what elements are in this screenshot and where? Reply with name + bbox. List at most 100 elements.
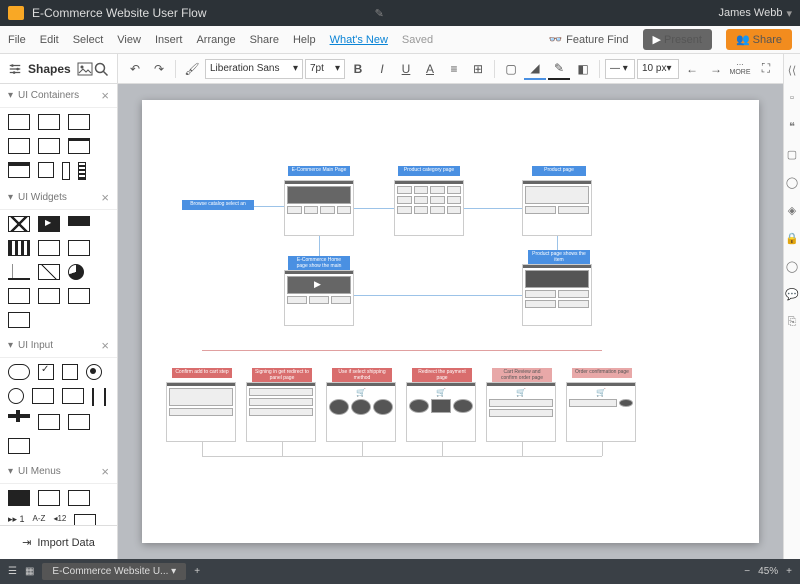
feature-find[interactable]: 👓 Feature Find	[548, 33, 628, 46]
canvas[interactable]: Browse catalog select an E-Commerce Main…	[118, 84, 783, 559]
shape-item[interactable]	[8, 288, 30, 304]
search-icon[interactable]	[93, 61, 109, 77]
shape-item[interactable]: ◂12	[53, 514, 66, 525]
italic-button[interactable]: I	[371, 58, 393, 80]
redo-button[interactable]: ↷	[148, 58, 170, 80]
wireframe-node[interactable]	[284, 180, 354, 236]
undo-button[interactable]: ↶	[124, 58, 146, 80]
menu-file[interactable]: File	[8, 34, 26, 46]
shape-item[interactable]	[38, 414, 60, 430]
wireframe-node[interactable]: 🛒	[486, 382, 556, 442]
line-style-select[interactable]: — ▾	[605, 59, 635, 79]
menu-edit[interactable]: Edit	[40, 34, 59, 46]
connector[interactable]	[362, 442, 363, 456]
chat-icon[interactable]: 💬	[784, 286, 800, 302]
connector[interactable]	[254, 206, 284, 207]
zoom-level[interactable]: 45%	[758, 566, 778, 577]
arrow-end-button[interactable]: →	[705, 58, 727, 80]
shape-item[interactable]	[8, 138, 30, 154]
shape-item[interactable]: ✓	[38, 364, 54, 380]
shape-style-button[interactable]: ◧	[572, 58, 594, 80]
shape-item[interactable]	[62, 364, 78, 380]
connector[interactable]	[557, 236, 558, 250]
menu-share[interactable]: Share	[250, 34, 279, 46]
line-color-button[interactable]: ✎	[548, 58, 570, 80]
whats-new-link[interactable]: What's New	[330, 34, 388, 46]
presentation-icon[interactable]: ▢	[784, 146, 800, 162]
image-icon[interactable]	[77, 61, 93, 77]
pencil-icon[interactable]: ✎	[375, 7, 384, 20]
bucket-button[interactable]: ◢	[524, 58, 546, 80]
chevron-down-icon[interactable]: ▾	[786, 7, 792, 20]
flow-label[interactable]: Product page shows the item	[528, 250, 590, 265]
shape-item[interactable]	[8, 490, 30, 506]
shape-item[interactable]	[8, 114, 30, 130]
flow-label[interactable]: E-Commerce Main Page	[288, 166, 350, 176]
shape-item[interactable]	[68, 288, 90, 304]
page[interactable]: Browse catalog select an E-Commerce Main…	[142, 100, 759, 543]
close-icon[interactable]: ×	[101, 464, 109, 479]
shape-item[interactable]	[78, 162, 86, 180]
present-button[interactable]: ▶ Present	[643, 29, 712, 50]
shape-item[interactable]	[38, 114, 60, 130]
shape-item[interactable]	[68, 216, 90, 226]
shape-item[interactable]	[68, 490, 90, 506]
category-ui-containers[interactable]: ▾UI Containers×	[0, 84, 117, 108]
connector[interactable]	[282, 442, 283, 456]
wireframe-node[interactable]	[166, 382, 236, 442]
page-icon[interactable]: ▫	[784, 90, 800, 106]
shape-item[interactable]	[8, 216, 30, 232]
category-ui-menus[interactable]: ▾UI Menus×	[0, 460, 117, 484]
shape-item[interactable]	[68, 138, 90, 154]
paint-button[interactable]: 🖌	[181, 58, 203, 80]
menu-view[interactable]: View	[117, 34, 141, 46]
flow-label[interactable]: Cart Review and confirm order page	[492, 368, 552, 383]
link-icon[interactable]: ⎘	[784, 314, 800, 330]
shape-item[interactable]	[62, 388, 84, 404]
flow-label[interactable]: Confirm add to cart step	[172, 368, 232, 378]
bold-button[interactable]: B	[347, 58, 369, 80]
document-title[interactable]: E-Commerce Website User Flow	[32, 6, 367, 20]
shape-item[interactable]	[68, 414, 90, 430]
wireframe-node[interactable]	[246, 382, 316, 442]
shape-item[interactable]	[62, 162, 70, 180]
layers-icon[interactable]: ◈	[784, 202, 800, 218]
connector[interactable]	[522, 442, 523, 456]
sliders-icon[interactable]	[8, 62, 22, 76]
wireframe-node[interactable]	[522, 264, 592, 326]
connector[interactable]	[354, 295, 522, 296]
shape-item[interactable]	[38, 288, 60, 304]
collapse-icon[interactable]: ⟨⟨	[784, 62, 800, 78]
connector[interactable]	[464, 208, 522, 209]
shape-item[interactable]	[68, 240, 90, 256]
flow-label[interactable]: E-Commerce Home page show the main	[288, 256, 350, 271]
fill-button[interactable]: ▢	[500, 58, 522, 80]
connector[interactable]	[202, 350, 602, 351]
flow-label[interactable]: Browse catalog select an	[182, 200, 254, 210]
zoom-out-button[interactable]: −	[744, 566, 750, 577]
underline-button[interactable]: U	[395, 58, 417, 80]
shape-item[interactable]	[74, 514, 96, 525]
document-tab[interactable]: E-Commerce Website U... ▾	[42, 563, 186, 580]
wireframe-node[interactable]: ▶	[284, 270, 354, 326]
lock-icon[interactable]: 🔒	[784, 230, 800, 246]
zoom-in-button[interactable]: +	[786, 566, 792, 577]
clock-icon[interactable]: ◯	[784, 174, 800, 190]
shape-item[interactable]	[8, 364, 30, 380]
shape-item[interactable]	[8, 240, 30, 256]
wireframe-node[interactable]: 🛒	[326, 382, 396, 442]
stroke-width-select[interactable]: 10 px▾	[637, 59, 679, 79]
shape-item[interactable]	[68, 264, 84, 280]
flow-label[interactable]: Product page	[532, 166, 586, 176]
wireframe-node[interactable]	[522, 180, 592, 236]
close-icon[interactable]: ×	[101, 338, 109, 353]
connector[interactable]	[202, 442, 203, 456]
shape-item[interactable]	[8, 388, 24, 404]
shape-item[interactable]	[8, 312, 30, 328]
flow-label[interactable]: Order confirmation page	[572, 368, 632, 378]
wireframe-node[interactable]: 🛒	[566, 382, 636, 442]
shape-item[interactable]	[38, 240, 60, 256]
connector[interactable]	[202, 456, 602, 457]
category-ui-input[interactable]: ▾UI Input×	[0, 334, 117, 358]
shape-item[interactable]: A-Z	[33, 514, 46, 525]
